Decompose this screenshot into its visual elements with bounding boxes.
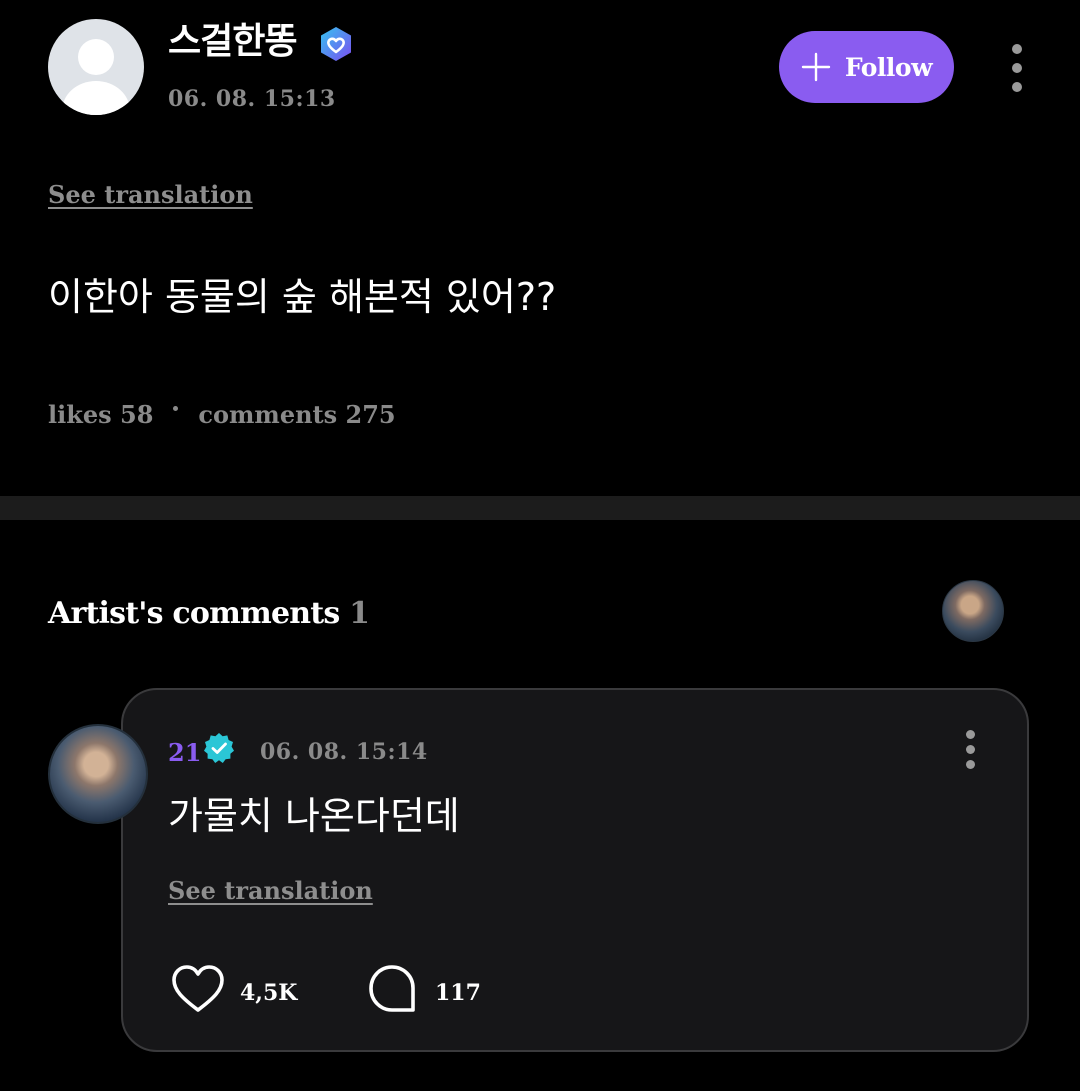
more-dot [966,730,975,739]
more-dot [966,760,975,769]
comment-more-options-icon[interactable] [958,728,984,772]
author-avatar[interactable] [48,19,144,115]
author-name[interactable]: 스걸한똥 [168,20,297,64]
avatar-body-shape [62,81,130,115]
post-body-text: 이한아 동물의 숲 해본적 있어?? [48,275,557,319]
post-stats: likes 58 comments 275 [48,400,396,429]
artist-avatar-small[interactable] [942,580,1004,642]
artist-comments-count: 1 [349,596,370,631]
follow-label: Follow [844,52,933,82]
comment-time: 06. 08. 15:14 [260,739,428,765]
comment-bubble-icon[interactable] [368,964,416,1014]
likes-count[interactable]: likes 58 [48,400,153,429]
plus-icon [801,52,831,82]
avatar-head-shape [78,39,114,75]
comment-see-translation-link[interactable]: See translation [168,876,373,905]
heart-icon[interactable] [170,963,226,1015]
artist-comments-title: Artist's comments 1 [48,596,370,631]
heart-badge-icon [321,27,351,61]
more-dot [1012,44,1022,54]
stats-separator [173,406,179,411]
more-options-icon[interactable] [1004,42,1030,94]
post-time: 06. 08. 15:13 [168,86,336,112]
artist-comments-label: Artist's comments [48,596,340,631]
comment-text: 가물치 나온다던데 [168,794,460,838]
comment-reply-count: 117 [435,980,481,1006]
more-dot [966,745,975,754]
comments-count[interactable]: comments 275 [198,400,395,429]
verified-icon [204,733,234,763]
comment-like-count: 4,5K [240,980,298,1006]
commenter-avatar[interactable] [48,724,148,824]
commenter-name[interactable]: 21 [168,738,201,767]
see-translation-link[interactable]: See translation [48,180,253,209]
more-dot [1012,63,1022,73]
section-divider [0,496,1080,520]
follow-button[interactable]: Follow [779,31,954,103]
more-dot [1012,82,1022,92]
